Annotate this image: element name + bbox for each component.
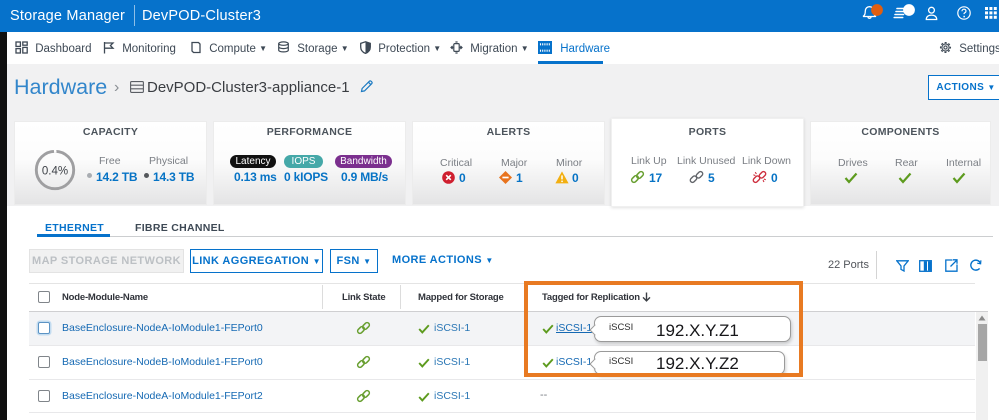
svg-text:0.4%: 0.4% <box>42 166 68 178</box>
